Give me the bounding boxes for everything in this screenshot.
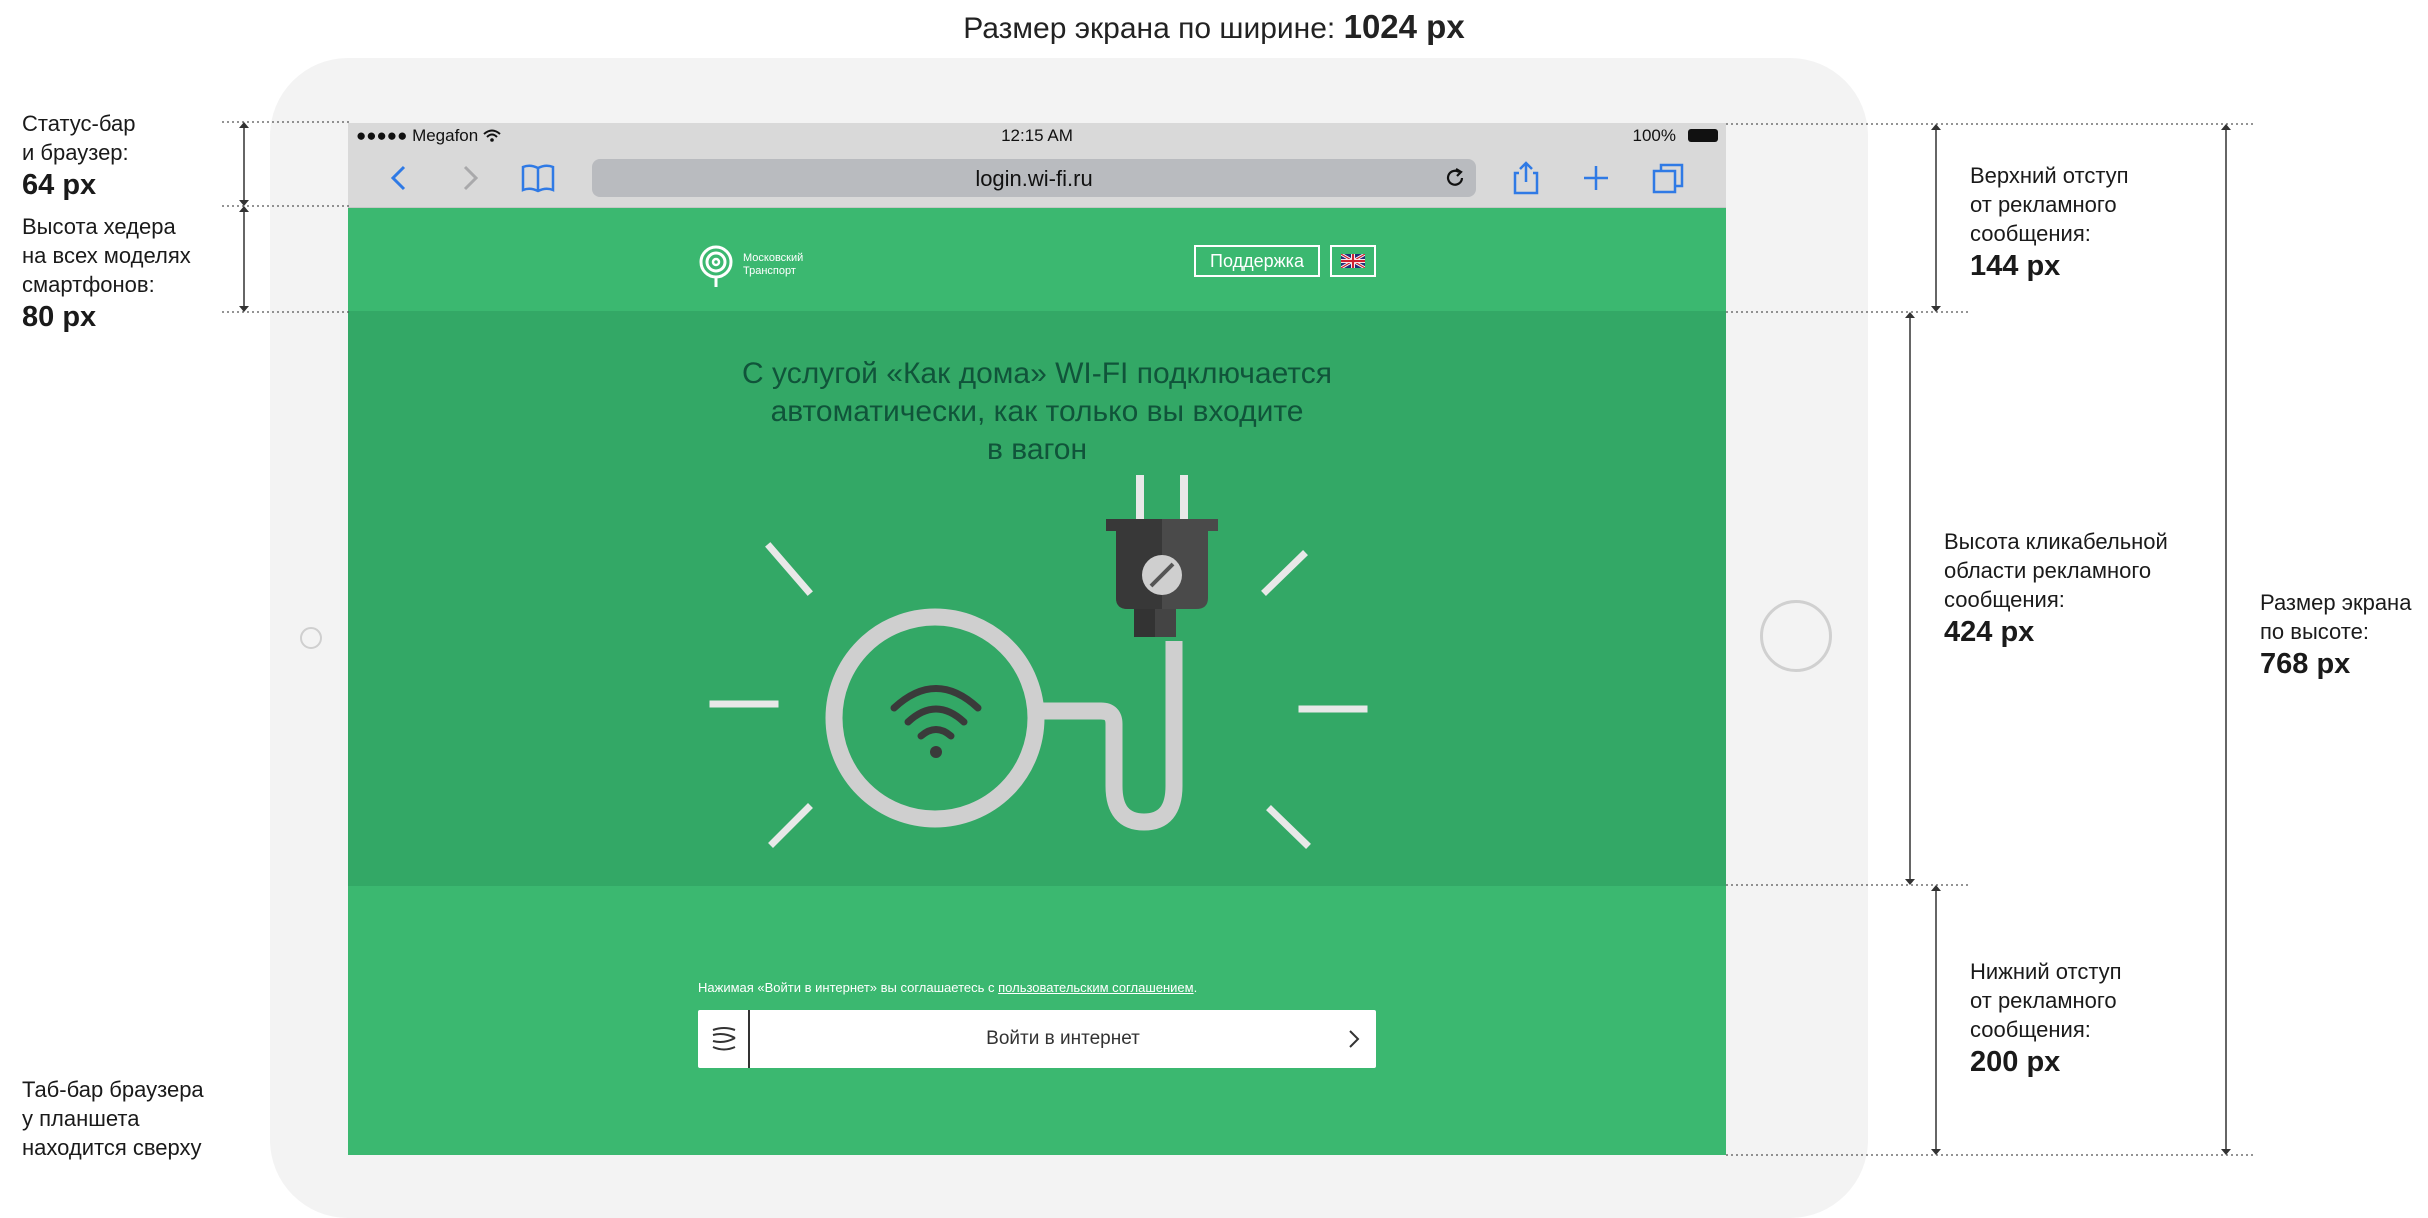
annotation-status-bar: Статус-бар и браузер: 64 px	[22, 111, 136, 201]
annotation-top-offset: Верхний отступ от рекламного сообщения: …	[1970, 163, 2129, 282]
annotation-screen-height: Размер экрана по высоте: 768 px	[2260, 590, 2412, 680]
annotation-header-height: Высота хедера на всех моделях смартфонов…	[22, 214, 191, 333]
annotation-tab-bar: Таб-бар браузера у планшета находится св…	[22, 1077, 204, 1160]
annotation-bottom-offset: Нижний отступ от рекламного сообщения: 2…	[1970, 959, 2122, 1078]
annotation-clickable-height: Высота кликабельной области рекламного с…	[1944, 529, 2168, 648]
